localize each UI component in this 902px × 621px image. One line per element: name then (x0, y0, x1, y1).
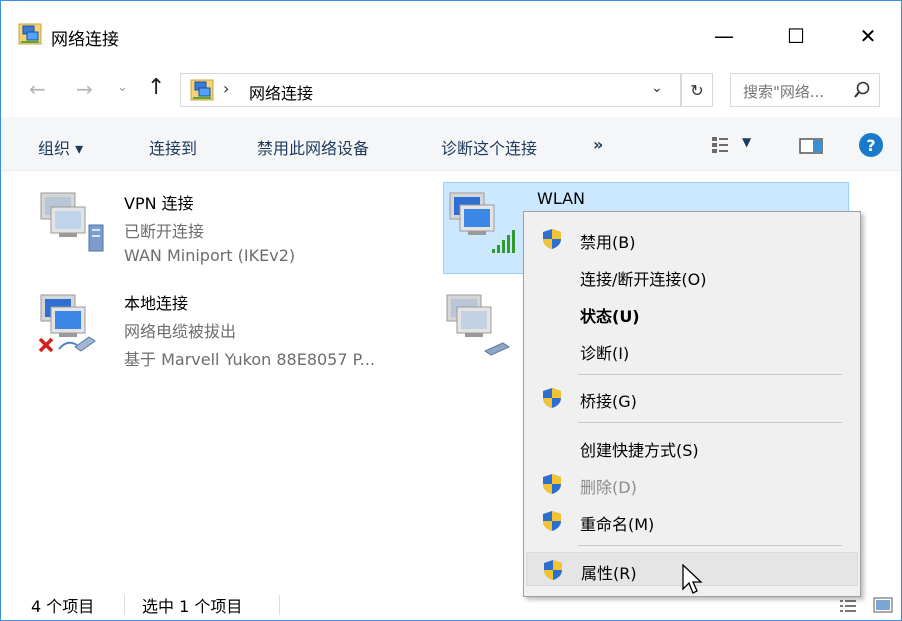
help-icon[interactable]: ? (859, 133, 883, 157)
menu-label: 桥接(G) (580, 392, 637, 411)
title-bar: 网络连接 — ☐ ✕ (1, 1, 901, 57)
more-commands-button[interactable]: » (593, 135, 603, 154)
details-view-icon[interactable] (839, 599, 857, 613)
change-view-icon[interactable] (711, 136, 729, 154)
ethernet-connection-icon (446, 294, 511, 356)
connection-item-vpn[interactable]: VPN 连接 已断开连接 WAN Miniport (IKEv2) (37, 185, 437, 275)
menu-label: 删除(D) (580, 478, 637, 497)
local-device: 基于 Marvell Yukon 88E8057 P... (124, 350, 376, 369)
close-button[interactable]: ✕ (838, 15, 898, 57)
uac-shield-icon (543, 229, 561, 249)
uac-shield-icon (543, 388, 561, 408)
mouse-cursor-icon (682, 564, 703, 594)
local-status: 网络电缆被拔出 (124, 322, 237, 341)
network-connections-window: 网络连接 — ☐ ✕ ← → ⌄ ↑ › 网络连接 ⌄ ↻ 搜索"网络... 组… (0, 0, 902, 621)
menu-item-bridge[interactable]: 桥接(G) (526, 381, 858, 415)
search-input[interactable]: 搜索"网络... (730, 73, 880, 107)
organize-button[interactable]: 组织 ▾ (38, 135, 83, 159)
uac-shield-icon (543, 511, 561, 531)
vpn-name: VPN 连接 (124, 194, 194, 213)
diagnose-connection-button[interactable]: 诊断这个连接 (441, 135, 537, 159)
menu-item-diagnose[interactable]: 诊断(I) (526, 333, 858, 367)
ethernet-connection-icon (38, 294, 96, 353)
refresh-button[interactable]: ↻ (681, 73, 713, 107)
status-divider (124, 595, 125, 615)
wlan-connection-icon (449, 192, 515, 253)
wlan-name: WLAN (537, 189, 586, 208)
command-bar: 组织 ▾ 连接到 禁用此网络设备 诊断这个连接 » ▼ ? (1, 117, 901, 171)
vpn-connection-icon (40, 192, 104, 252)
address-dropdown-button[interactable]: ⌄ (651, 80, 663, 96)
local-name: 本地连接 (124, 294, 189, 313)
minimize-button[interactable]: — (694, 15, 754, 57)
large-icons-view-icon[interactable] (873, 597, 893, 613)
menu-item-disable[interactable]: 禁用(B) (526, 222, 858, 256)
menu-label: 诊断(I) (580, 344, 630, 363)
address-bar[interactable]: › 网络连接 ⌄ (180, 73, 681, 107)
forward-button[interactable]: → (76, 77, 93, 101)
menu-item-create-shortcut[interactable]: 创建快捷方式(S) (526, 430, 858, 464)
menu-label: 连接/断开连接(O) (580, 270, 707, 289)
menu-label: 禁用(B) (580, 233, 636, 252)
selection-count: 选中 1 个项目 (142, 597, 243, 616)
uac-shield-icon (544, 560, 562, 580)
address-row: ← → ⌄ ↑ › 网络连接 ⌄ ↻ 搜索"网络... (1, 65, 901, 109)
connect-to-button[interactable]: 连接到 (149, 135, 197, 159)
menu-label: 属性(R) (581, 564, 637, 583)
disable-device-button[interactable]: 禁用此网络设备 (257, 135, 369, 159)
menu-label: 创建快捷方式(S) (580, 441, 699, 460)
breadcrumb-separator[interactable]: › (223, 79, 229, 98)
menu-separator (578, 374, 842, 375)
network-folder-icon (190, 79, 214, 101)
menu-item-rename[interactable]: 重命名(M) (526, 504, 858, 538)
maximize-button[interactable]: ☐ (766, 15, 826, 57)
breadcrumb[interactable]: 网络连接 (249, 80, 313, 104)
uac-shield-icon (543, 474, 561, 494)
recent-locations-button[interactable]: ⌄ (117, 80, 128, 95)
network-folder-icon (18, 23, 42, 45)
menu-item-connect[interactable]: 连接/断开连接(O) (526, 259, 858, 293)
status-divider (279, 595, 280, 615)
vpn-status: 已断开连接 (124, 222, 205, 241)
menu-label: 状态(U) (580, 307, 640, 326)
item-count: 4 个项目 (31, 597, 95, 616)
search-placeholder: 搜索"网络... (743, 83, 825, 101)
menu-separator (578, 545, 842, 546)
menu-item-status[interactable]: 状态(U) (526, 296, 858, 330)
menu-label: 重命名(M) (580, 515, 655, 534)
vpn-device: WAN Miniport (IKEv2) (124, 246, 296, 265)
search-icon[interactable] (853, 80, 871, 100)
up-button[interactable]: ↑ (147, 75, 165, 100)
view-dropdown-button[interactable]: ▼ (742, 135, 751, 149)
menu-item-delete: 删除(D) (526, 467, 858, 501)
preview-pane-icon[interactable] (799, 138, 823, 154)
context-menu: 禁用(B) 连接/断开连接(O) 状态(U) 诊断(I) 桥接(G) 创建快捷方… (523, 211, 861, 597)
back-button[interactable]: ← (29, 77, 46, 101)
window-title: 网络连接 (51, 30, 119, 50)
connection-item-local[interactable]: 本地连接 网络电缆被拔出 基于 Marvell Yukon 88E8057 P.… (37, 287, 437, 377)
menu-separator (578, 422, 842, 423)
